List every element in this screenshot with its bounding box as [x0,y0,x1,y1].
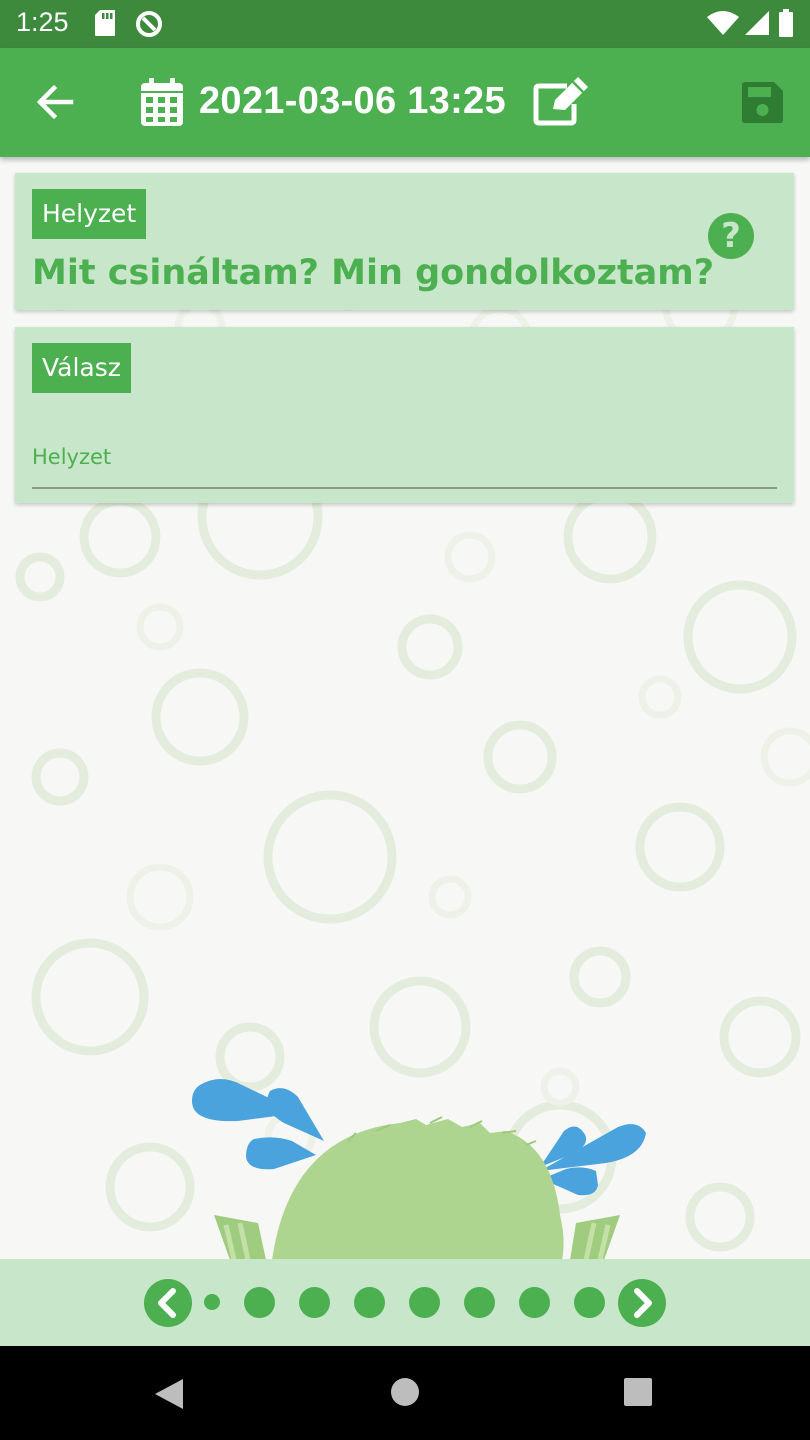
system-nav-bar [0,1346,810,1440]
sync-icon [136,11,162,37]
mascot-illustration [192,1079,646,1260]
page-dot[interactable] [244,1287,275,1318]
page-indicator [0,1259,810,1346]
back-arrow-icon[interactable] [36,84,74,120]
status-bar: 1:25 [0,0,810,48]
page-dot[interactable] [299,1287,330,1318]
calendar-icon[interactable] [140,77,184,127]
help-icon[interactable]: ? [708,213,754,259]
answer-input[interactable] [32,427,777,489]
page-dot[interactable] [519,1287,550,1318]
situation-card: Helyzet Mit csináltam? Min gondolkoztam?… [15,173,794,310]
battery-icon [779,9,793,37]
question-text: Mit csináltam? Min gondolkoztam? [32,253,715,293]
page-dot[interactable] [409,1287,440,1318]
signal-icon [745,11,769,35]
app-toolbar: 2021-03-06 13:25 [0,48,810,157]
chevron-left-icon[interactable] [144,1279,192,1327]
answer-card: Válasz [15,327,794,503]
save-icon[interactable] [741,81,784,124]
chevron-right-icon[interactable] [618,1279,666,1327]
answer-tag: Válasz [32,343,131,393]
page-dot[interactable] [574,1287,605,1318]
date-time-title[interactable]: 2021-03-06 13:25 [199,80,506,123]
back-triangle-icon[interactable] [153,1377,185,1411]
page-dot[interactable] [354,1287,385,1318]
edit-icon[interactable] [533,76,589,126]
sd-card-icon [95,10,115,36]
situation-tag: Helyzet [32,189,147,239]
page-dot-current[interactable] [204,1294,220,1310]
wifi-icon [707,11,739,35]
status-time: 1:25 [16,7,69,37]
recents-square-icon[interactable] [623,1377,653,1407]
page-dot[interactable] [464,1287,495,1318]
home-circle-icon[interactable] [390,1377,420,1407]
